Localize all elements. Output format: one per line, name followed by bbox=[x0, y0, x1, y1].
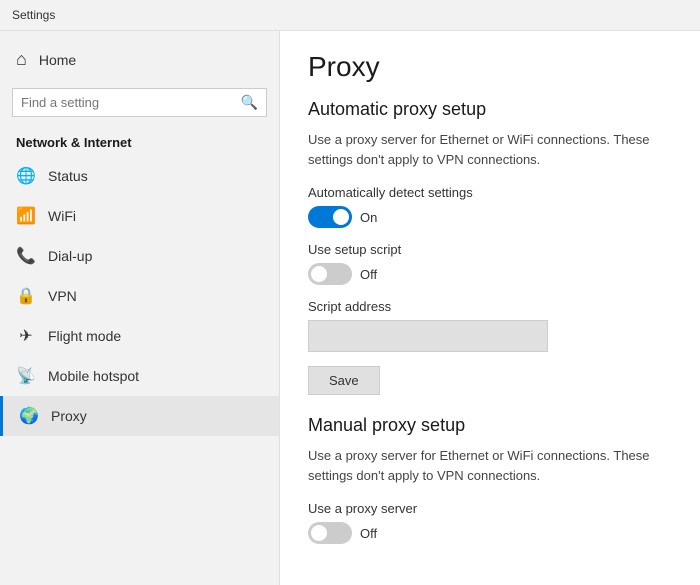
sidebar-item-label: Status bbox=[48, 168, 88, 184]
use-proxy-toggle[interactable] bbox=[308, 522, 352, 544]
setup-script-row: Use setup script Off bbox=[308, 242, 672, 285]
wifi-icon: 📶 bbox=[16, 206, 36, 226]
setup-script-text: Off bbox=[360, 267, 377, 282]
auto-detect-thumb bbox=[333, 209, 349, 225]
title-bar: Settings bbox=[0, 0, 700, 31]
sidebar-item-label: WiFi bbox=[48, 208, 76, 224]
auto-detect-row: Automatically detect settings On bbox=[308, 185, 672, 228]
title-bar-label: Settings bbox=[12, 8, 55, 22]
search-input[interactable] bbox=[21, 95, 241, 110]
sidebar-home-label: Home bbox=[39, 52, 76, 68]
script-address-row: Script address bbox=[308, 299, 672, 352]
setup-script-track bbox=[308, 263, 352, 285]
use-proxy-thumb bbox=[311, 525, 327, 541]
use-proxy-row: Use a proxy server Off bbox=[308, 501, 672, 544]
script-address-label: Script address bbox=[308, 299, 672, 314]
sidebar-item-label: Proxy bbox=[51, 408, 87, 424]
setup-script-toggle[interactable] bbox=[308, 263, 352, 285]
script-address-input[interactable] bbox=[308, 320, 548, 352]
use-proxy-track bbox=[308, 522, 352, 544]
mobilehotspot-icon: 📡 bbox=[16, 366, 36, 386]
manual-section-title: Manual proxy setup bbox=[308, 415, 672, 436]
sidebar-item-home[interactable]: ⌂ Home bbox=[0, 39, 279, 80]
use-proxy-label: Use a proxy server bbox=[308, 501, 672, 516]
automatic-description: Use a proxy server for Ethernet or WiFi … bbox=[308, 130, 672, 169]
auto-detect-toggle-container: On bbox=[308, 206, 672, 228]
use-proxy-toggle-container: Off bbox=[308, 522, 672, 544]
flightmode-icon: ✈ bbox=[16, 326, 36, 346]
vpn-icon: 🔒 bbox=[16, 286, 36, 306]
sidebar-item-flightmode[interactable]: ✈ Flight mode bbox=[0, 316, 279, 356]
status-icon: 🌐 bbox=[16, 166, 36, 186]
setup-script-label: Use setup script bbox=[308, 242, 672, 257]
sidebar-section-title: Network & Internet bbox=[0, 125, 279, 156]
setup-script-toggle-container: Off bbox=[308, 263, 672, 285]
sidebar-item-dialup[interactable]: 📞 Dial-up bbox=[0, 236, 279, 276]
sidebar-item-label: Flight mode bbox=[48, 328, 121, 344]
search-box: 🔍 bbox=[12, 88, 267, 117]
home-icon: ⌂ bbox=[16, 49, 27, 70]
search-icon: 🔍 bbox=[241, 94, 258, 111]
main-content: Proxy Automatic proxy setup Use a proxy … bbox=[280, 31, 700, 585]
dialup-icon: 📞 bbox=[16, 246, 36, 266]
sidebar: ⌂ Home 🔍 Network & Internet 🌐 Status 📶 W… bbox=[0, 31, 280, 585]
sidebar-item-label: Dial-up bbox=[48, 248, 92, 264]
manual-description: Use a proxy server for Ethernet or WiFi … bbox=[308, 446, 672, 485]
auto-detect-label: Automatically detect settings bbox=[308, 185, 672, 200]
save-button[interactable]: Save bbox=[308, 366, 380, 395]
sidebar-item-label: VPN bbox=[48, 288, 77, 304]
automatic-section-title: Automatic proxy setup bbox=[308, 99, 672, 120]
auto-detect-toggle[interactable] bbox=[308, 206, 352, 228]
sidebar-item-status[interactable]: 🌐 Status bbox=[0, 156, 279, 196]
use-proxy-text: Off bbox=[360, 526, 377, 541]
auto-detect-track bbox=[308, 206, 352, 228]
sidebar-item-vpn[interactable]: 🔒 VPN bbox=[0, 276, 279, 316]
sidebar-item-proxy[interactable]: 🌍 Proxy bbox=[0, 396, 279, 436]
proxy-icon: 🌍 bbox=[19, 406, 39, 426]
sidebar-item-label: Mobile hotspot bbox=[48, 368, 139, 384]
page-title: Proxy bbox=[308, 51, 672, 83]
sidebar-item-wifi[interactable]: 📶 WiFi bbox=[0, 196, 279, 236]
auto-detect-text: On bbox=[360, 210, 377, 225]
setup-script-thumb bbox=[311, 266, 327, 282]
sidebar-item-mobilehotspot[interactable]: 📡 Mobile hotspot bbox=[0, 356, 279, 396]
